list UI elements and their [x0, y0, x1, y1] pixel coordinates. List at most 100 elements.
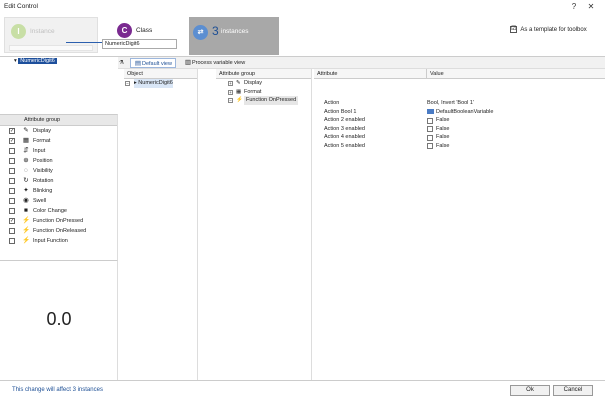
attribute-group-label: Function OnReleased	[33, 228, 87, 234]
attribute-row-action-bool[interactable]: Action Bool 1 DefaultBooleanVariable	[314, 108, 605, 117]
attribute-group-label: Format	[33, 138, 51, 144]
value-column-header: Value	[426, 69, 444, 79]
step-class[interactable]: C Class NumericDigit6	[102, 17, 182, 53]
wizard-header: I Instance C Class NumericDigit6 ⇄ 3 ins…	[0, 14, 605, 56]
object-column-header: Object	[124, 69, 197, 79]
attribute-value-column: Attribute Value Action Bool, Invert 'Boo…	[314, 69, 605, 381]
attribute-name: Action 2 enabled	[324, 117, 365, 123]
attribute-grid-panel: ⚗ ▤Default view ▥Process variable view O…	[118, 56, 605, 381]
attribute-group-item[interactable]: ■ Color Change	[0, 206, 117, 216]
step-instance-label: Instance	[30, 28, 55, 35]
step-instances[interactable]: ⇄ 3 instances	[189, 17, 279, 55]
template-option[interactable]: ☑ As a template for toolbox	[510, 26, 587, 33]
attribute-group-checkbox[interactable]	[9, 208, 15, 214]
title-bar: Edit Control ? ✕	[0, 0, 605, 14]
step-instance[interactable]: I Instance	[4, 17, 98, 53]
class-name-field[interactable]: NumericDigit6	[102, 39, 177, 49]
attribute-group-checkbox[interactable]	[9, 238, 15, 244]
attribute-group-checkbox[interactable]: ✓	[9, 128, 15, 134]
instances-count: 3	[212, 24, 219, 38]
step-class-label: Class	[136, 27, 153, 34]
attribute-row-action2[interactable]: Action 2 enabled False	[314, 116, 605, 125]
template-checkbox[interactable]: ☑	[510, 26, 517, 33]
attribute-group-icon: ✎	[23, 127, 29, 134]
attribute-value: False	[436, 125, 450, 132]
tree-expand-icon[interactable]: ▾	[14, 58, 17, 64]
group-row-format[interactable]: + ▦ Format	[216, 88, 311, 97]
attribute-row-action[interactable]: Action Bool, Invert 'Bool 1'	[314, 99, 605, 108]
close-button[interactable]: ✕	[584, 1, 598, 13]
affect-message: This change will affect 3 instances	[12, 387, 103, 393]
attribute-group-checkbox[interactable]: ✓	[9, 138, 15, 144]
collapse-icon[interactable]: −	[125, 81, 130, 86]
attribute-group-icon: ⊕	[23, 157, 29, 164]
attribute-name: Action	[324, 100, 340, 106]
attribute-group-label: Rotation	[33, 178, 54, 184]
group-row-display[interactable]: + ✎ Display	[216, 79, 311, 88]
attribute-checkbox[interactable]	[427, 134, 433, 141]
attribute-checkbox[interactable]	[427, 143, 433, 149]
attribute-group-label: Input Function	[33, 238, 68, 244]
attribute-group-item[interactable]: ↻ Rotation	[0, 176, 117, 186]
class-icon: C	[117, 23, 132, 38]
attribute-header-label: Attribute	[317, 71, 338, 77]
cancel-button[interactable]: Cancel	[553, 385, 593, 396]
instances-icon: ⇄	[193, 25, 208, 40]
collapse-icon[interactable]: −	[228, 98, 233, 103]
group-row-label: Display	[244, 80, 263, 86]
object-row[interactable]: − ▸ NumericDigit6	[124, 79, 197, 88]
attribute-group-item[interactable]: ✓ ⚡ Function OnPressed	[0, 216, 117, 226]
attribute-group-item[interactable]: ◉ Swell	[0, 196, 117, 206]
expand-icon[interactable]: +	[228, 89, 233, 95]
tree-root-item[interactable]: ▾ NumericDigit6	[14, 58, 57, 64]
attribute-value[interactable]: Bool, Invert 'Bool 1'	[427, 99, 474, 108]
attribute-value: False	[436, 117, 450, 123]
attribute-group-icon: ◉	[23, 197, 29, 204]
filter-icon[interactable]: ⚗	[119, 58, 124, 68]
attribute-group-item[interactable]: ⚡ Function OnReleased	[0, 226, 117, 236]
ok-button[interactable]: Ok	[510, 385, 550, 396]
attribute-group-checkbox[interactable]	[9, 188, 15, 194]
attribute-value[interactable]: DefaultBooleanVariable	[427, 108, 493, 117]
attribute-group-item[interactable]: ⇵ Input	[0, 146, 117, 156]
attribute-group-checkbox[interactable]	[9, 158, 15, 164]
default-view-button[interactable]: ▤Default view	[130, 58, 176, 68]
attribute-row-action5[interactable]: Action 5 enabled False	[314, 142, 605, 151]
attribute-group-label: Blinking	[33, 188, 53, 194]
attribute-group-item[interactable]: ⊕ Position	[0, 156, 117, 166]
attribute-row-action4[interactable]: Action 4 enabled False	[314, 133, 605, 142]
preview-value: 0.0	[46, 309, 72, 329]
attribute-name: Action 4 enabled	[324, 134, 365, 140]
attribute-group-checkbox[interactable]	[9, 198, 15, 204]
attribute-checkbox[interactable]	[427, 117, 433, 124]
attribute-group-item[interactable]: ✓ ✎ Display	[0, 126, 117, 136]
attribute-rows: Action Bool, Invert 'Bool 1' Action Bool…	[314, 99, 605, 179]
dialog-footer: This change will affect 3 instances Ok C…	[0, 380, 605, 400]
attribute-group-icon: ⚡	[22, 217, 31, 224]
attribute-group-icon: ⚡	[22, 237, 31, 244]
group-row-function-onpressed[interactable]: − ⚡ Function OnPressed	[216, 96, 311, 105]
attribute-group-checkbox[interactable]	[9, 228, 15, 234]
attribute-group-checkbox[interactable]	[9, 168, 15, 174]
tree-root-label: NumericDigit6	[18, 58, 57, 64]
attribute-group-checkbox[interactable]	[9, 178, 15, 184]
expand-icon[interactable]: +	[228, 81, 233, 86]
help-button[interactable]: ?	[567, 1, 581, 13]
attribute-group-label: Color Change	[33, 208, 67, 214]
attribute-group-header: Attribute group	[0, 115, 117, 126]
process-variable-view-button[interactable]: ▥Process variable view	[184, 58, 245, 68]
attribute-checkbox[interactable]	[427, 126, 433, 132]
template-label: As a template for toolbox	[520, 27, 587, 34]
attribute-group-item[interactable]: ⚡ Input Function	[0, 236, 117, 246]
attribute-group-item[interactable]: ◌ Visibility	[0, 166, 117, 176]
attribute-group-checkbox[interactable]: ✓	[9, 218, 15, 224]
attribute-group-item[interactable]: ✦ Blinking	[0, 186, 117, 196]
grid-icon: ▤	[134, 60, 142, 67]
attribute-row-action3[interactable]: Action 3 enabled False	[314, 125, 605, 134]
attribute-group-item[interactable]: ✓ ▦ Format	[0, 136, 117, 146]
attribute-group-label: Function OnPressed	[33, 218, 84, 224]
attribute-name: Action 3 enabled	[324, 125, 365, 132]
attribute-group-label: Position	[33, 158, 53, 164]
lightning-icon: ⚡	[236, 97, 243, 103]
attribute-group-checkbox[interactable]	[9, 148, 15, 154]
